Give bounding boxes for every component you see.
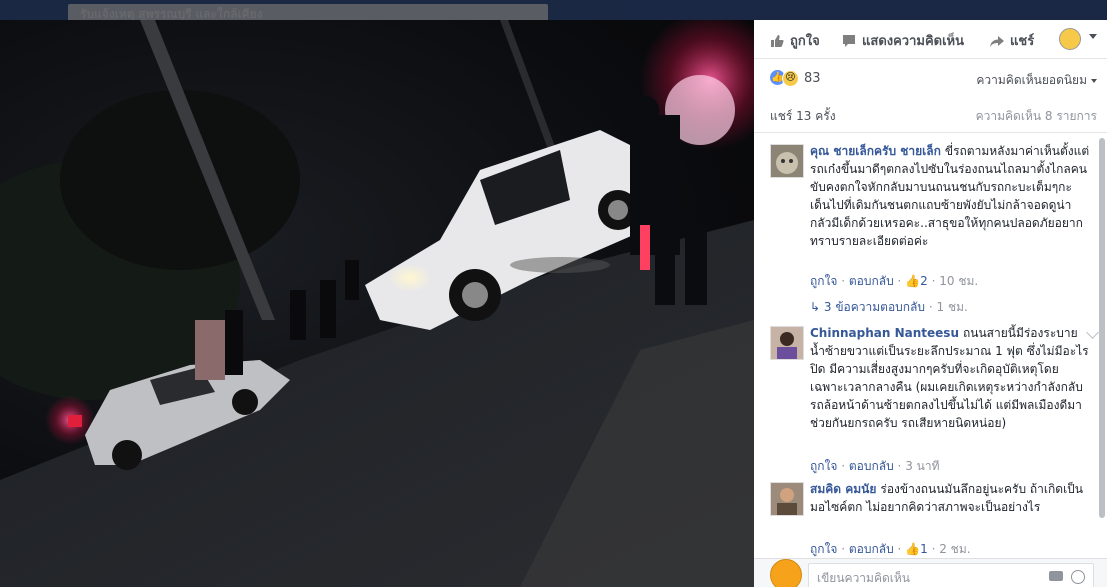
- cat-avatar-icon: [771, 145, 803, 177]
- commenter-name[interactable]: Chinnaphan Nanteesu: [810, 326, 959, 340]
- person-avatar-icon: [771, 327, 803, 359]
- action-bar: ถูกใจ แสดงความคิดเห็น แชร์: [754, 20, 1107, 59]
- person-avatar-icon: [771, 483, 803, 515]
- posting-as-avatar[interactable]: [1059, 28, 1081, 50]
- comments-panel: ถูกใจ แสดงความคิดเห็น แชร์ 👍 😢 83 ความคิ…: [754, 20, 1107, 587]
- speech-bubble-icon: [843, 34, 855, 47]
- comment-count[interactable]: ความคิดเห็น 8 รายการ: [976, 107, 1097, 126]
- comment-reply-link[interactable]: ตอบกลับ: [849, 274, 894, 288]
- comment-like-count[interactable]: 👍2: [905, 274, 928, 288]
- comment-input[interactable]: เขียนความคิดเห็น: [808, 563, 1094, 587]
- photo-viewer[interactable]: [0, 20, 754, 587]
- my-avatar: [770, 559, 802, 587]
- accident-photo: [0, 20, 754, 587]
- like-label: ถูกใจ: [790, 34, 820, 49]
- avatar[interactable]: [770, 144, 804, 178]
- comment-meta: ถูกใจ · ตอบกลับ · 👍2 · 10 ชม.: [810, 274, 979, 288]
- commenter-name[interactable]: คุณ ชายเล็กครับ ชายเล็ก: [810, 144, 941, 158]
- comment-time[interactable]: 10 ชม.: [939, 274, 978, 288]
- share-button[interactable]: แชร์: [990, 30, 1034, 51]
- sad-reaction-icon[interactable]: 😢: [782, 70, 799, 87]
- sort-label: ความคิดเห็นยอดนิยม: [976, 73, 1087, 87]
- share-count[interactable]: แชร์ 13 ครั้ง: [770, 107, 836, 126]
- comment-meta: ถูกใจ · ตอบกลับ · 👍1 · 2 ชม.: [810, 542, 971, 556]
- view-replies[interactable]: ↳ 3 ข้อความตอบกลับ · 1 ชม.: [810, 298, 968, 317]
- chevron-down-icon[interactable]: [1089, 34, 1097, 39]
- avatar[interactable]: [770, 326, 804, 360]
- scrollbar-thumb[interactable]: [1099, 138, 1105, 518]
- comment-reply-link[interactable]: ตอบกลับ: [849, 459, 894, 473]
- emoji-icon[interactable]: [1071, 570, 1085, 584]
- comment-meta: ถูกใจ · ตอบกลับ · 3 นาที: [810, 459, 940, 473]
- stats-row: แชร์ 13 ครั้ง ความคิดเห็น 8 รายการ: [754, 96, 1107, 133]
- avatar[interactable]: [770, 482, 804, 516]
- facebook-topbar: รับแจ้งเหตุ สุพรรณบุรี และใกล้เคียง: [0, 0, 1107, 21]
- comment-reply-link[interactable]: ตอบกลับ: [849, 542, 894, 556]
- comment-body: สมคิด คมนัย ร่องข้างถนนมันลึกอยู่นะครับ ถ…: [810, 480, 1090, 516]
- comment-like-link[interactable]: ถูกใจ: [810, 459, 837, 473]
- share-arrow-icon: [990, 35, 1004, 47]
- replies-time: 1 ชม.: [936, 300, 968, 314]
- thumbs-up-icon: [771, 34, 784, 47]
- replies-count[interactable]: 3 ข้อความตอบกลับ: [824, 300, 925, 314]
- comment-like-count[interactable]: 👍1: [905, 542, 928, 556]
- like-button[interactable]: ถูกใจ: [770, 30, 820, 51]
- reaction-count[interactable]: 83: [804, 71, 821, 86]
- camera-icon[interactable]: [1049, 571, 1063, 581]
- comment-like-link[interactable]: ถูกใจ: [810, 542, 837, 556]
- comment-sort-dropdown[interactable]: ความคิดเห็นยอดนิยม: [976, 71, 1097, 90]
- comment-composer: เขียนความคิดเห็น: [754, 558, 1107, 587]
- comment-placeholder: เขียนความคิดเห็น: [817, 571, 910, 585]
- comment-text: ถนนสายนี้มีร่องระบายน้ำซ้ายขวาแต่เป็นระย…: [810, 326, 1089, 430]
- reply-arrow-icon: ↳: [810, 300, 821, 314]
- caret-down-icon: [1091, 78, 1097, 83]
- comment-label: แสดงความคิดเห็น: [862, 34, 965, 49]
- comment-text: ขี่รถตามหลังมาค่าเห็นตั้งแต่รถเก๋งขึ้นมา…: [810, 144, 1090, 248]
- commenter-name[interactable]: สมคิด คมนัย: [810, 482, 876, 496]
- comment-body: Chinnaphan Nanteesu ถนนสายนี้มีร่องระบายน…: [810, 324, 1090, 432]
- comment-button[interactable]: แสดงความคิดเห็น: [842, 30, 964, 51]
- comment-time[interactable]: 3 นาที: [905, 459, 939, 473]
- share-label: แชร์: [1010, 34, 1035, 49]
- reactions-row: 👍 😢 83 ความคิดเห็นยอดนิยม: [754, 58, 1107, 96]
- comment-time[interactable]: 2 ชม.: [939, 542, 970, 556]
- comment-like-link[interactable]: ถูกใจ: [810, 274, 837, 288]
- comment-body: คุณ ชายเล็กครับ ชายเล็ก ขี่รถตามหลังมาค่า…: [810, 142, 1090, 250]
